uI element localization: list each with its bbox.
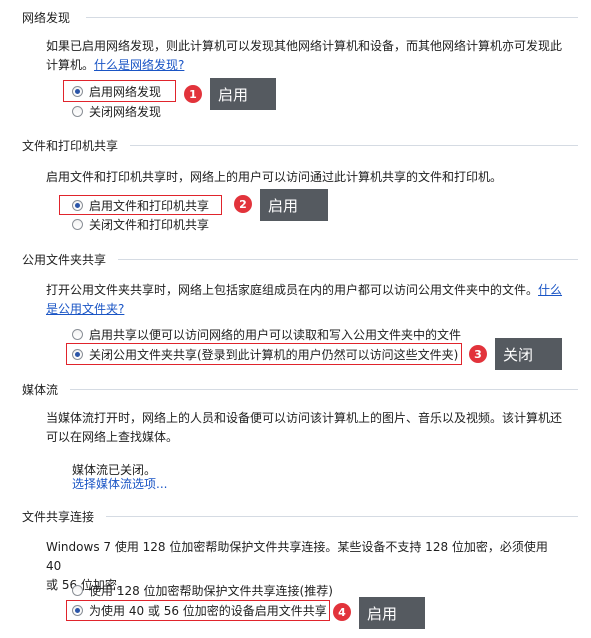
step-badge-2: 2 (234, 195, 252, 213)
network-discovery-header: 网络发现 (22, 11, 71, 25)
public-folder-description: 打开公用文件夹共享时，网络上包括家庭组成员在内的用户都可以访问公用文件夹中的文件… (46, 281, 576, 319)
radio-unselected-icon (72, 218, 83, 230)
step-badge-3: 3 (469, 345, 487, 363)
radio-disable-public-folder-sharing[interactable]: 关闭公用文件夹共享(登录到此计算机的用户仍然可以访问这些文件夹) (72, 346, 458, 362)
radio-selected-icon (72, 199, 83, 211)
radio-enable-40-56-bit-sharing[interactable]: 为使用 40 或 56 位加密的设备启用文件共享 (72, 602, 327, 618)
section-divider (118, 259, 578, 260)
radio-disable-network-discovery[interactable]: 关闭网络发现 (72, 103, 161, 119)
radio-label: 使用 128 位加密帮助保护文件共享连接(推荐) (89, 583, 333, 598)
radio-disable-file-printer-sharing[interactable]: 关闭文件和打印机共享 (72, 216, 209, 232)
radio-selected-icon (72, 348, 83, 360)
public-folder-sharing-header: 公用文件夹共享 (22, 253, 107, 267)
section-divider (70, 389, 578, 390)
radio-label: 启用网络发现 (89, 84, 162, 99)
radio-enable-public-folder-sharing[interactable]: 启用共享以便可以访问网络的用户可以读取和写入公用文件夹中的文件 (72, 326, 461, 342)
media-desc-line1: 当媒体流打开时，网络上的人员和设备便可以访问该计算机上的图片、音乐以及视频。该计… (46, 411, 563, 425)
callout-enable-4: 启用 (359, 597, 425, 629)
radio-enable-file-printer-sharing[interactable]: 启用文件和打印机共享 (72, 197, 209, 213)
what-is-public-folder-link[interactable]: 什么 (538, 283, 562, 297)
section-divider (130, 145, 578, 146)
radio-selected-icon (72, 604, 83, 616)
callout-enable-2: 启用 (260, 189, 328, 221)
public-folder-desc-text: 打开公用文件夹共享时，网络上包括家庭组成员在内的用户都可以访问公用文件夹中的文件… (46, 283, 539, 297)
section-divider (106, 516, 578, 517)
radio-label: 关闭文件和打印机共享 (89, 217, 210, 232)
file-sharing-connections-header: 文件共享连接 (22, 510, 95, 524)
radio-label: 关闭网络发现 (89, 104, 162, 119)
radio-selected-icon (72, 85, 83, 97)
step-badge-4: 4 (333, 603, 351, 621)
file-printer-description: 启用文件和打印机共享时，网络上的用户可以访问通过此计算机共享的文件和打印机。 (46, 170, 503, 184)
file-printer-sharing-header: 文件和打印机共享 (22, 139, 119, 153)
section-divider (86, 17, 578, 18)
media-desc-line2: 可以在网络上查找媒体。 (46, 430, 179, 444)
radio-unselected-icon (72, 584, 83, 596)
radio-unselected-icon (72, 328, 83, 340)
network-discovery-desc-line1: 如果已启用网络发现，则此计算机可以发现其他网络计算机和设备，而其他网络计算机亦可… (46, 39, 563, 53)
callout-enable-1: 启用 (210, 78, 276, 110)
file-sharing-desc-line1: Windows 7 使用 128 位加密帮助保护文件共享连接。某些设备不支持 1… (46, 540, 548, 573)
media-streaming-description: 当媒体流打开时，网络上的人员和设备便可以访问该计算机上的图片、音乐以及视频。该计… (46, 409, 566, 447)
network-discovery-desc-line2: 计算机。 (46, 58, 95, 72)
radio-label: 关闭公用文件夹共享(登录到此计算机的用户仍然可以访问这些文件夹) (89, 347, 459, 362)
callout-disable-3: 关闭 (495, 338, 562, 370)
radio-label: 启用文件和打印机共享 (89, 198, 210, 213)
radio-label: 启用共享以便可以访问网络的用户可以读取和写入公用文件夹中的文件 (89, 327, 462, 342)
what-is-network-discovery-link[interactable]: 什么是网络发现? (94, 58, 184, 72)
network-discovery-description: 如果已启用网络发现，则此计算机可以发现其他网络计算机和设备，而其他网络计算机亦可… (46, 37, 566, 75)
step-badge-1: 1 (184, 85, 202, 103)
radio-unselected-icon (72, 105, 83, 117)
choose-media-streaming-options-link[interactable]: 选择媒体流选项... (72, 475, 167, 492)
media-streaming-header: 媒体流 (22, 383, 59, 397)
radio-enable-network-discovery[interactable]: 启用网络发现 (72, 83, 161, 99)
what-is-public-folder-link-cont[interactable]: 是公用文件夹? (46, 302, 124, 316)
radio-use-128-bit-encryption[interactable]: 使用 128 位加密帮助保护文件共享连接(推荐) (72, 582, 333, 598)
radio-label: 为使用 40 或 56 位加密的设备启用文件共享 (89, 603, 327, 618)
